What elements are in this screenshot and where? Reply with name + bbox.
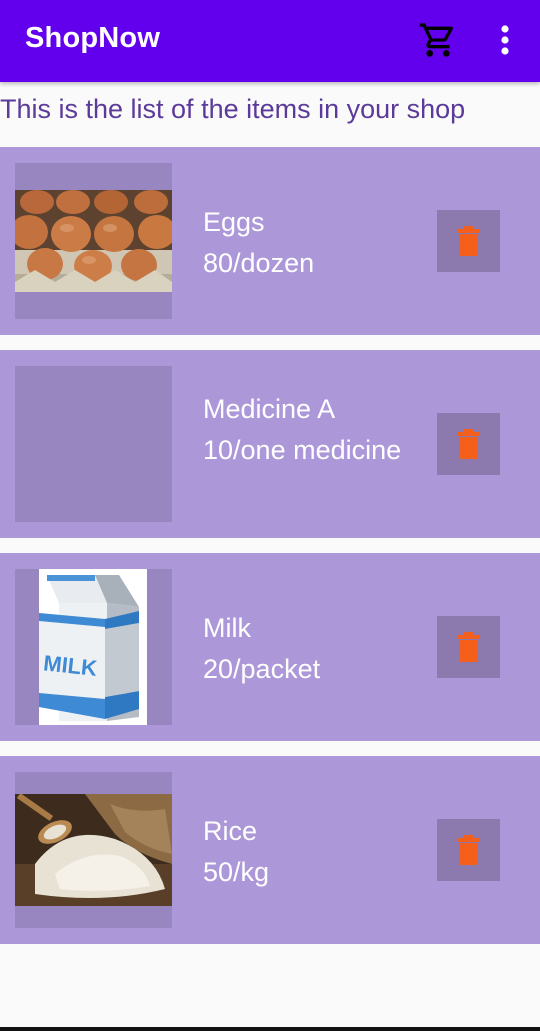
item-price: 20/packet <box>203 654 321 684</box>
item-thumbnail <box>15 366 172 522</box>
item-price: 50/kg <box>203 857 270 887</box>
overflow-menu-button[interactable] <box>490 20 520 60</box>
shop-items-description: This is the list of the items in your sh… <box>0 94 466 124</box>
navigation-bar-edge <box>0 1027 540 1031</box>
cart-button[interactable] <box>418 20 458 60</box>
item-card-milk[interactable]: MILK Milk 20/packet <box>0 553 540 741</box>
item-name: Milk <box>203 613 251 643</box>
more-vertical-icon <box>501 25 509 55</box>
item-thumbnail <box>15 163 172 319</box>
delete-item-button[interactable] <box>437 819 500 881</box>
trash-icon <box>457 226 480 256</box>
trash-icon <box>457 632 480 662</box>
item-card-medicine-a[interactable]: Medicine A 10/one medicine <box>0 350 540 538</box>
trash-icon <box>457 429 480 459</box>
delete-item-button[interactable] <box>437 616 500 678</box>
app-title: ShopNow <box>25 22 161 54</box>
eggs-photo <box>15 190 172 292</box>
item-thumbnail: MILK <box>15 569 172 725</box>
trash-icon <box>457 835 480 865</box>
item-card-eggs[interactable]: Eggs 80/dozen <box>0 147 540 335</box>
milk-carton-image: MILK <box>39 569 147 725</box>
item-price: 10/one medicine <box>203 435 402 465</box>
item-card-rice[interactable]: Rice 50/kg <box>0 756 540 944</box>
delete-item-button[interactable] <box>437 413 500 475</box>
delete-item-button[interactable] <box>437 210 500 272</box>
item-name: Rice <box>203 816 258 846</box>
item-name: Medicine A <box>203 394 336 424</box>
app-bar: ShopNow <box>0 0 540 82</box>
item-name: Eggs <box>203 207 265 237</box>
item-price: 80/dozen <box>203 248 315 278</box>
shopping-cart-icon <box>419 23 454 57</box>
rice-sack-photo <box>15 794 172 906</box>
item-thumbnail <box>15 772 172 928</box>
